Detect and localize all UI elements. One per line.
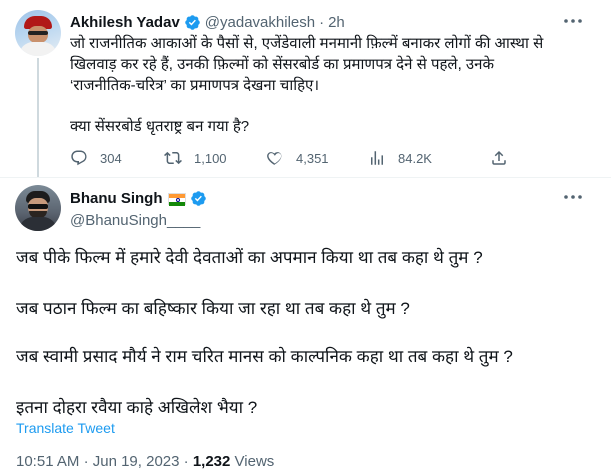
separator-dot: · [183, 453, 189, 470]
views-count: 1,232 [192, 453, 231, 470]
retweet-button[interactable]: 1,100 [164, 148, 227, 168]
parent-tweet-text: जो राजनीतिक आकाओं के पैसों से, एजेंडेवाल… [70, 33, 582, 96]
views-count: 84.2K [398, 150, 432, 166]
avatar-bhanu-singh[interactable] [15, 185, 61, 231]
reply-button[interactable]: 304 [70, 148, 122, 168]
reply-text-line: जब स्वामी प्रसाद मौर्य ने राम चरित मानस … [16, 347, 513, 366]
india-flag-icon [167, 192, 186, 206]
more-options-icon[interactable] [562, 14, 584, 28]
text-line: जो राजनीतिक आकाओं के पैसों से, एजेंडेवाल… [70, 35, 544, 52]
separator-dot: · [319, 13, 325, 31]
tweet-divider [0, 177, 611, 178]
verified-badge-icon [190, 191, 206, 206]
like-button[interactable]: 4,351 [266, 148, 329, 168]
reply-author-display-name[interactable]: Bhanu Singh [70, 190, 163, 207]
separator-dot: · [83, 453, 89, 470]
reply-tweet-header: Bhanu Singh [70, 190, 211, 207]
tweet-action-bar: 304 1,100 4,351 84.2K [70, 148, 540, 168]
author-display-name[interactable]: Akhilesh Yadav [70, 14, 180, 31]
parent-tweet[interactable]: Akhilesh Yadav @yadavakhilesh · 2h जो रा… [0, 0, 611, 177]
retweet-icon [164, 151, 182, 165]
parent-tweet-question: क्या सेंसरबोर्ड धृतराष्ट्र बन गया है? [70, 116, 582, 137]
parent-tweet-header: Akhilesh Yadav @yadavakhilesh · 2h [70, 12, 345, 32]
text-line: खिलवाड़ कर रहे हैं, उनकी फ़िल्मों को सें… [70, 56, 494, 73]
views-chart-icon [371, 151, 383, 165]
verified-badge-icon [185, 14, 200, 30]
reply-text-line: जब पीके फिल्म में हमारे देवी देवताओं का … [16, 248, 483, 267]
tweet-timestamp[interactable]: 10:51 AM [16, 453, 79, 470]
avatar-akhilesh-yadav[interactable] [15, 10, 61, 56]
tweet-time[interactable]: 2h [328, 14, 345, 31]
translate-tweet-link[interactable]: Translate Tweet [16, 420, 115, 436]
share-button[interactable] [490, 148, 520, 168]
tweet-date[interactable]: Jun 19, 2023 [93, 453, 180, 470]
thread-connector-line [37, 58, 39, 177]
tweet-metadata: 10:51 AM · Jun 19, 2023 · 1,232 Views [16, 453, 274, 470]
like-count: 4,351 [296, 150, 329, 166]
share-icon [492, 150, 506, 165]
reply-icon [71, 150, 87, 166]
text-line: ‘राजनीतिक-चरित्र’ का प्रमाणपत्र देखना चा… [70, 77, 320, 94]
reply-count: 304 [100, 150, 122, 166]
reply-author-handle[interactable]: @BhanuSingh____ [70, 212, 200, 229]
views-label: Views [234, 453, 275, 470]
author-handle[interactable]: @yadavakhilesh [205, 14, 315, 31]
text-line: क्या सेंसरबोर्ड धृतराष्ट्र बन गया है? [70, 118, 250, 135]
reply-text-line: इतना दोहरा रवैया काहे अखिलेश भैया ? [16, 398, 258, 417]
reply-text-line: जब पठान फिल्म का बहिष्कार किया जा रहा था… [16, 299, 410, 318]
heart-icon [267, 152, 282, 165]
more-options-icon[interactable] [562, 190, 584, 204]
views-button[interactable]: 84.2K [368, 148, 432, 168]
retweet-count: 1,100 [194, 150, 227, 166]
